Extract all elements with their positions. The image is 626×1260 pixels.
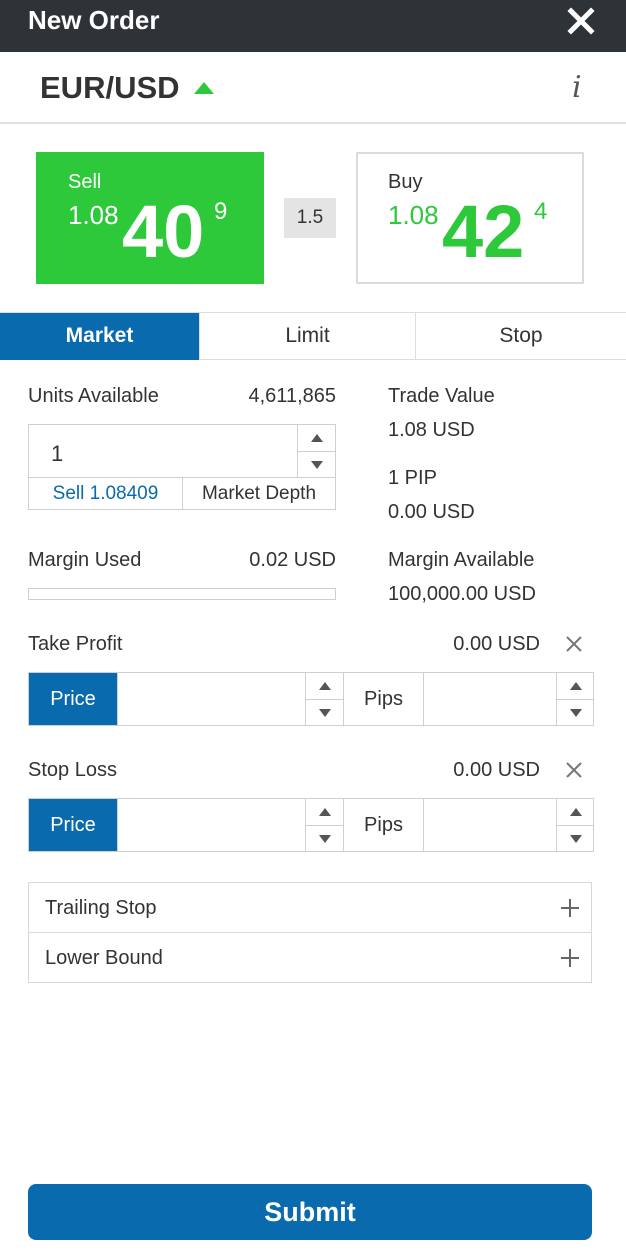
chevron-up-icon xyxy=(311,434,323,442)
trade-value-label: Trade Value xyxy=(388,385,495,407)
stop-loss-pips-stepper xyxy=(556,799,594,851)
sell-price-link[interactable]: Sell 1.08409 xyxy=(29,478,182,510)
stop-loss-clear-icon[interactable] xyxy=(563,759,585,781)
chevron-up-icon xyxy=(569,808,582,816)
stop-loss-price-input[interactable] xyxy=(117,799,305,851)
stop-loss-pips-input[interactable] xyxy=(424,799,556,851)
margin-used-value: 0.02 USD xyxy=(249,549,336,571)
price-up-arrow-icon xyxy=(194,82,214,94)
take-profit-price-decrement-button[interactable] xyxy=(306,699,343,725)
take-profit-price-button[interactable]: Price xyxy=(29,673,117,725)
take-profit-value: 0.00 USD xyxy=(453,633,540,655)
buy-label: Buy xyxy=(388,171,423,193)
trade-value: 1.08 USD xyxy=(388,419,475,441)
units-increment-button[interactable] xyxy=(298,425,336,451)
margin-available-label: Margin Available xyxy=(388,549,535,571)
margin-available-value: 100,000.00 USD xyxy=(388,583,536,605)
chevron-down-icon xyxy=(569,708,582,717)
stop-loss-price-decrement-button[interactable] xyxy=(306,825,343,851)
units-available-label: Units Available xyxy=(28,385,159,407)
units-field: 1 Sell 1.08409 Market Depth xyxy=(28,424,336,510)
chevron-down-icon xyxy=(569,834,582,843)
tab-stop[interactable]: Stop xyxy=(415,313,626,360)
stop-loss-pips-increment-button[interactable] xyxy=(557,799,594,825)
stop-loss-label: Stop Loss xyxy=(28,759,117,781)
buy-price-pips: 42 xyxy=(442,190,525,273)
take-profit-price-input[interactable] xyxy=(117,673,305,725)
stop-loss-pips-decrement-button[interactable] xyxy=(557,825,594,851)
title-bar: New Order xyxy=(0,0,626,52)
margin-used-bar xyxy=(28,588,336,600)
margin-used-label: Margin Used xyxy=(28,549,142,571)
take-profit-pips-stepper xyxy=(556,673,594,725)
units-actions: Sell 1.08409 Market Depth xyxy=(29,477,335,510)
window-title: New Order xyxy=(28,5,160,35)
info-icon[interactable]: i xyxy=(572,70,582,106)
chevron-down-icon xyxy=(318,834,331,843)
chevron-up-icon xyxy=(569,682,582,690)
plus-icon xyxy=(561,949,579,967)
pip-label: 1 PIP xyxy=(388,467,437,489)
market-depth-button[interactable]: Market Depth xyxy=(182,478,335,510)
lower-bound-label: Lower Bound xyxy=(45,947,163,969)
instrument-bar: EUR/USD i xyxy=(0,52,626,124)
take-profit-label: Take Profit xyxy=(28,633,123,655)
stop-loss-price-stepper xyxy=(305,799,344,851)
units-stepper xyxy=(297,425,336,477)
units-decrement-button[interactable] xyxy=(298,451,336,477)
stop-loss-price-button[interactable]: Price xyxy=(29,799,117,851)
sell-quote-button[interactable]: Sell 1.08 40 9 xyxy=(36,152,264,284)
take-profit-row: Price Pips xyxy=(28,672,594,726)
take-profit-price-stepper xyxy=(305,673,344,725)
instrument-pair: EUR/USD xyxy=(40,70,180,105)
buy-price-prefix: 1.08 xyxy=(388,200,439,230)
trailing-stop-label: Trailing Stop xyxy=(45,897,157,919)
take-profit-pips-input[interactable] xyxy=(424,673,556,725)
stop-loss-row: Price Pips xyxy=(28,798,594,852)
stop-loss-price-increment-button[interactable] xyxy=(306,799,343,825)
take-profit-clear-icon[interactable] xyxy=(563,633,585,655)
stop-loss-value: 0.00 USD xyxy=(453,759,540,781)
submit-button[interactable]: Submit xyxy=(28,1184,592,1240)
sell-price-pips: 40 xyxy=(122,190,205,273)
units-input[interactable]: 1 xyxy=(51,441,63,467)
plus-icon xyxy=(561,899,579,917)
take-profit-pips-label: Pips xyxy=(344,673,424,725)
sell-label: Sell xyxy=(68,171,102,193)
buy-price-fraction: 4 xyxy=(534,198,548,225)
buy-quote-button[interactable]: Buy 1.08 42 4 xyxy=(356,152,584,284)
chevron-down-icon xyxy=(311,460,323,469)
tab-limit[interactable]: Limit xyxy=(199,313,415,360)
trailing-stop-expander[interactable]: Trailing Stop xyxy=(28,882,592,933)
spread-badge: 1.5 xyxy=(284,198,336,238)
chevron-up-icon xyxy=(318,808,331,816)
stop-loss-pips-label: Pips xyxy=(344,799,424,851)
close-icon[interactable] xyxy=(566,6,596,36)
order-type-tabs: Market Limit Stop xyxy=(0,312,626,360)
lower-bound-expander[interactable]: Lower Bound xyxy=(28,932,592,983)
take-profit-pips-increment-button[interactable] xyxy=(557,673,594,699)
pip-value: 0.00 USD xyxy=(388,501,475,523)
chevron-down-icon xyxy=(318,708,331,717)
take-profit-pips-decrement-button[interactable] xyxy=(557,699,594,725)
tab-market[interactable]: Market xyxy=(0,313,199,360)
take-profit-price-increment-button[interactable] xyxy=(306,673,343,699)
sell-price-fraction: 9 xyxy=(214,198,228,225)
chevron-up-icon xyxy=(318,682,331,690)
units-available-value: 4,611,865 xyxy=(248,385,337,407)
sell-price-prefix: 1.08 xyxy=(68,200,119,230)
